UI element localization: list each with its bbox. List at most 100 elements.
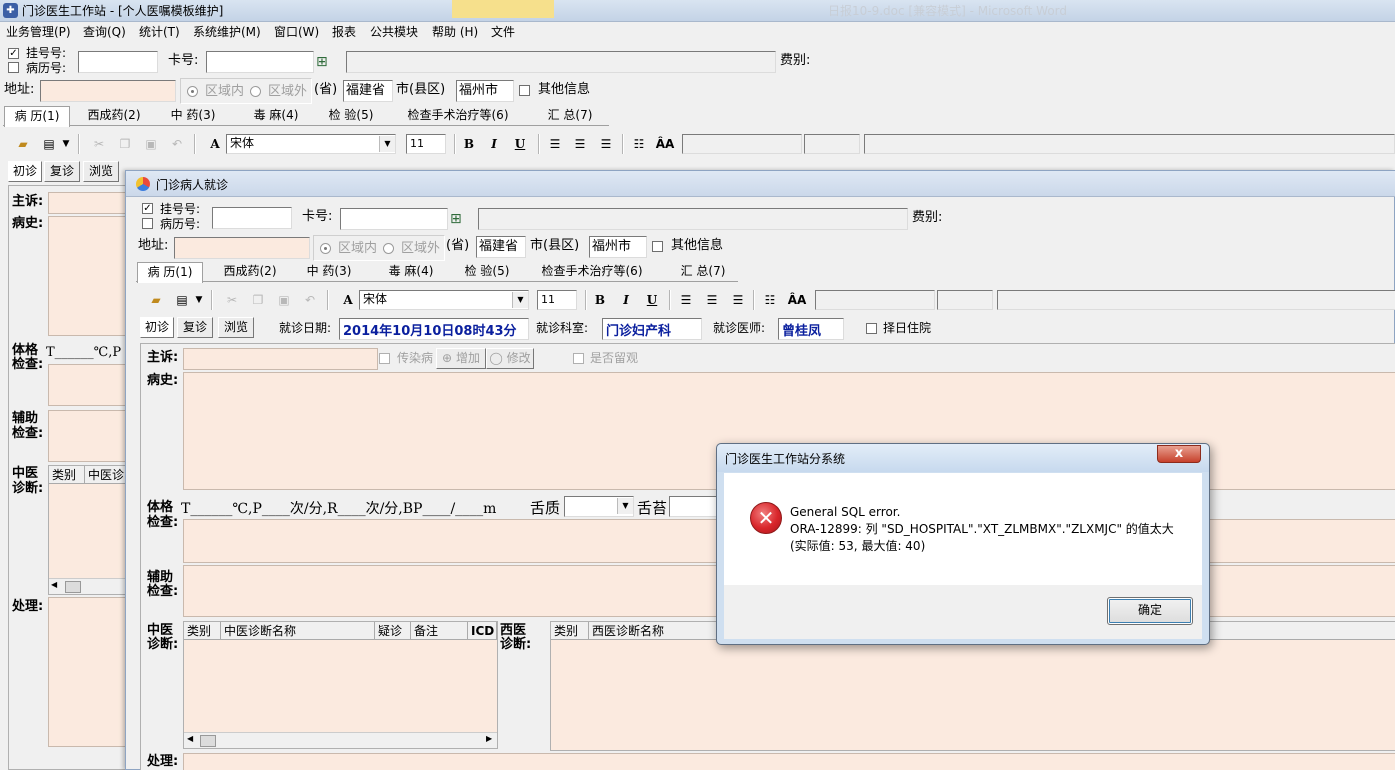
tongue-quality-select[interactable]: ▼ [564,496,634,517]
child-paste-icon[interactable]: ▣ [273,290,295,310]
add-button[interactable]: ⊕ 增加 [436,348,486,369]
child-italic-icon[interactable]: I [615,290,637,310]
address-input[interactable] [40,80,176,102]
menu-statistics[interactable]: 统计(T) [139,24,180,40]
copy-icon[interactable]: ❐ [114,134,136,154]
child-subtab-first-visit[interactable]: 初诊 [140,317,174,338]
tab-exam-surgery[interactable]: 检查手术治疗等(6) [397,106,519,126]
child-region-outside-radio[interactable] [383,243,394,254]
child-tab-lab-test[interactable]: 检 验(5) [454,262,520,282]
province-input[interactable]: 福建省 [343,80,393,102]
child-region-inside-radio[interactable] [320,243,331,254]
child-card-input[interactable] [340,208,448,230]
child-reg-no-checkbox[interactable]: ✓ [142,203,153,214]
child-cut-icon[interactable]: ✂ [221,290,243,310]
paste-icon[interactable]: ▣ [140,134,162,154]
font-size-icon[interactable]: ÂA [654,134,676,154]
child-complaint-input[interactable] [183,348,378,370]
child-read-card-icon[interactable]: ⊞ [450,210,468,228]
open-folder-icon[interactable]: ▰ [12,134,34,154]
infectious-checkbox[interactable] [379,353,390,364]
child-subtab-revisit[interactable]: 复诊 [177,317,213,338]
child-undo-icon[interactable]: ↶ [299,290,321,310]
child-font-size-spinner[interactable]: 11 [537,290,577,310]
region-outside-radio[interactable] [250,86,261,97]
complaint-input[interactable] [48,192,130,214]
tab-lab-test[interactable]: 检 验(5) [318,106,384,126]
print-icon[interactable]: ▤ [38,134,60,154]
child-province-input[interactable]: 福建省 [476,236,526,258]
tab-summary[interactable]: 汇 总(7) [538,106,602,126]
menu-public[interactable]: 公共模块 [370,24,418,40]
align-center-icon[interactable]: ☰ [569,134,591,154]
print-dropdown-icon[interactable]: ▼ [60,134,72,154]
child-bold-icon[interactable]: B [589,290,611,310]
child-print-icon[interactable]: ▤ [171,290,193,310]
menu-window[interactable]: 窗口(W) [274,24,319,40]
bullet-list-icon[interactable]: ☷ [628,134,650,154]
menu-query[interactable]: 查询(Q) [83,24,126,40]
font-size-spinner[interactable]: 11 [406,134,446,154]
underline-icon[interactable]: U [509,134,531,154]
child-tab-summary[interactable]: 汇 总(7) [671,262,735,282]
bold-icon[interactable]: B [458,134,480,154]
edit-button[interactable]: ◯ 修改 [486,348,534,369]
treatment-input[interactable] [48,597,130,747]
child-font-name-select[interactable]: 宋体 ▼ [359,290,529,310]
tab-narcotics[interactable]: 毒 麻(4) [243,106,309,126]
menu-business[interactable]: 业务管理(P) [6,24,71,40]
dialog-close-button[interactable]: x [1157,445,1201,463]
city-input[interactable]: 福州市 [456,80,514,102]
grid-scrollbar[interactable]: ◀ [49,578,131,594]
child-city-input[interactable]: 福州市 [589,236,647,258]
reg-no-checkbox[interactable]: ✓ [8,48,19,59]
aux-exam-input[interactable] [48,410,130,462]
child-underline-icon[interactable]: U [641,290,663,310]
child-bullet-list-icon[interactable]: ☷ [759,290,781,310]
child-tab-chinese-medicine[interactable]: 中 药(3) [296,262,362,282]
scroll-left-icon[interactable]: ◀ [187,734,193,743]
body-exam-input[interactable] [48,364,130,406]
child-tcm-grid-scrollbar[interactable]: ◀ ▶ [184,732,497,748]
child-open-folder-icon[interactable]: ▰ [145,290,167,310]
subtab-first-visit[interactable]: 初诊 [8,161,42,182]
tab-medical-record[interactable]: 病 历(1) [4,106,70,127]
tab-chinese-medicine[interactable]: 中 药(3) [160,106,226,126]
child-other-info-checkbox[interactable] [652,241,663,252]
tcm-diag-grid[interactable]: 类别 中医诊 ◀ [48,465,131,595]
subtab-revisit[interactable]: 复诊 [44,161,80,182]
child-tcm-diag-grid[interactable]: 类别 中医诊断名称 疑诊 备注 ICD ◀ ▶ [183,621,498,749]
child-align-left-icon[interactable]: ☰ [675,290,697,310]
child-copy-icon[interactable]: ❐ [247,290,269,310]
child-tab-exam-surgery[interactable]: 检查手术治疗等(6) [531,262,653,282]
ok-button[interactable]: 确定 [1107,597,1193,625]
child-print-dropdown-icon[interactable]: ▼ [193,290,205,310]
child-patient-name-input[interactable] [478,208,908,230]
record-no-checkbox[interactable] [8,62,19,73]
scroll-thumb[interactable] [200,735,216,747]
tab-western-medicine[interactable]: 西成药(2) [78,106,150,126]
history-input[interactable] [48,216,130,336]
patient-name-input[interactable] [346,51,776,73]
child-tab-medical-record[interactable]: 病 历(1) [137,262,203,283]
subtab-browse[interactable]: 浏览 [83,161,119,182]
read-card-icon[interactable]: ⊞ [316,53,334,71]
menu-reports[interactable]: 报表 [332,24,356,40]
child-font-size-icon[interactable]: ÂA [786,290,808,310]
other-info-checkbox[interactable] [519,85,530,96]
menu-system[interactable]: 系统维护(M) [193,24,261,40]
child-tab-narcotics[interactable]: 毒 麻(4) [378,262,444,282]
align-left-icon[interactable]: ☰ [544,134,566,154]
menu-file[interactable]: 文件 [491,24,515,40]
child-align-center-icon[interactable]: ☰ [701,290,723,310]
align-right-icon[interactable]: ☰ [595,134,617,154]
scroll-left-icon[interactable]: ◀ [51,580,57,589]
region-inside-radio[interactable] [187,86,198,97]
observe-checkbox[interactable] [573,353,584,364]
child-reg-no-input[interactable] [212,207,292,229]
scroll-right-icon[interactable]: ▶ [486,734,492,743]
italic-icon[interactable]: I [483,134,505,154]
child-subtab-browse[interactable]: 浏览 [218,317,254,338]
cut-icon[interactable]: ✂ [88,134,110,154]
child-tab-western-medicine[interactable]: 西成药(2) [214,262,286,282]
